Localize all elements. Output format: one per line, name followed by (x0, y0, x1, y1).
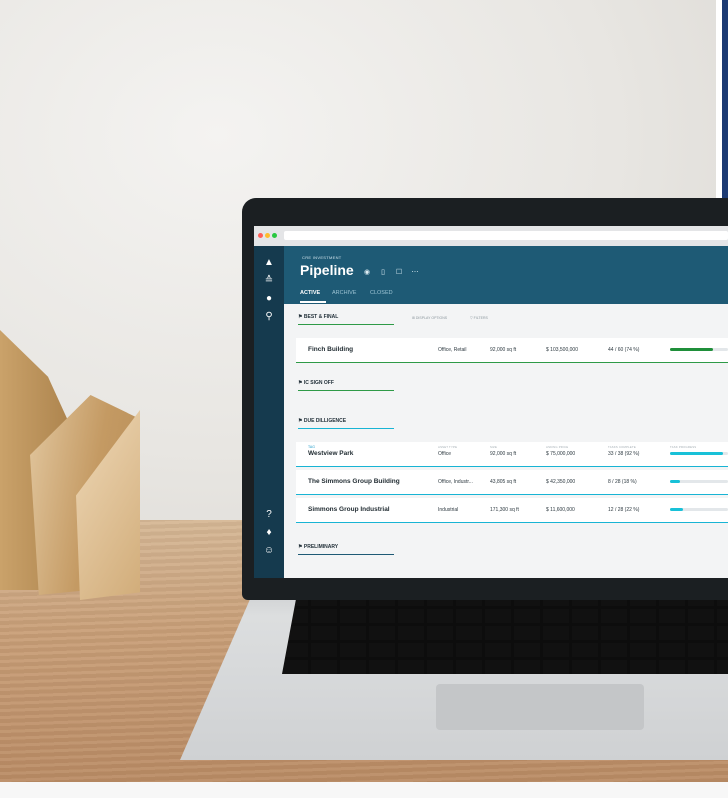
help-icon[interactable]: ? (262, 508, 276, 522)
section-best-final[interactable]: ⚑ BEST & FINAL (298, 314, 338, 320)
table-row[interactable]: The Simmons Group Building Office, Indus… (296, 470, 728, 495)
tab-closed[interactable]: CLOSED (370, 290, 393, 296)
row-tag: TAG (308, 445, 315, 449)
section-label: PRELIMINARY (303, 544, 339, 550)
section-ic-sign-off[interactable]: ⚑ IC SIGN OFF (298, 380, 334, 386)
section-label: DUE DILLIGENCE (303, 418, 347, 424)
section-label: BEST & FINAL (303, 314, 339, 320)
property-name: Finch Building (308, 346, 354, 353)
page-header: CRE INVESTMENT Pipeline ◉ ▯ ☐ ⋯ ACTIVE A… (284, 246, 728, 304)
asset-type: Office, Retail (438, 347, 467, 353)
asking-price: $ 11,600,000 (546, 507, 575, 513)
table-row[interactable]: TAG Westview Park ASSET TYPE SIZE ASKING… (296, 442, 728, 467)
user-icon[interactable]: ☺ (262, 544, 276, 558)
side-rail: ▲ ≙ ● ⚲ ? ♦ ☺ (254, 246, 284, 578)
tasks-complete: 12 / 28 (22 %) (608, 507, 640, 513)
tasks-complete: 33 / 38 (92 %) (608, 451, 640, 457)
logo-icon[interactable]: ▲ (262, 256, 276, 270)
asking-price: $ 103,500,000 (546, 347, 578, 353)
task-progress-fill (670, 452, 724, 455)
property-name: The Simmons Group Building (308, 478, 400, 485)
property-name: Simmons Group Industrial (308, 506, 390, 513)
property-name: Westview Park (308, 450, 354, 457)
section-underline (298, 390, 394, 391)
display-options-button[interactable]: ⊞ DISPLAY OPTIONS (412, 316, 447, 320)
size: 171,300 sq ft (490, 507, 519, 513)
table-row[interactable]: Finch Building Office, Retail 92,000 sq … (296, 338, 728, 363)
asset-type: Office (438, 451, 451, 457)
tab-archive[interactable]: ARCHIVE (332, 290, 356, 296)
section-preliminary[interactable]: ⚑ PRELIMINARY (298, 544, 338, 550)
section-due-diligence[interactable]: ⚑ DUE DILLIGENCE (298, 418, 346, 424)
maximize-dot[interactable] (272, 233, 277, 238)
settings-icon[interactable]: ● (262, 292, 276, 306)
search-icon[interactable]: ⚲ (262, 310, 276, 324)
size: 43,805 sq ft (490, 479, 517, 485)
address-bar[interactable] (284, 231, 728, 240)
view-icon[interactable]: ◉ (362, 268, 372, 278)
task-progress-bar (670, 508, 728, 511)
section-underline (298, 554, 394, 555)
task-progress-bar (670, 480, 728, 483)
task-progress-bar (670, 452, 728, 455)
page-overline: CRE INVESTMENT (302, 255, 342, 260)
laptop-keyboard (282, 600, 728, 674)
section-underline (298, 324, 394, 325)
asking-price: $ 75,000,000 (546, 451, 576, 457)
notifications-icon[interactable]: ♦ (262, 526, 276, 540)
laptop-trackpad (436, 684, 644, 730)
more-icon[interactable]: ⋯ (410, 268, 420, 278)
close-dot[interactable] (258, 233, 263, 238)
pipeline-content: ⚑ BEST & FINAL ⊞ DISPLAY OPTIONS ▽ FILTE… (284, 304, 728, 578)
tab-active[interactable]: ACTIVE (300, 290, 320, 296)
layers-icon[interactable]: ≙ (262, 274, 276, 288)
asset-type: Office, Industr... (438, 479, 473, 485)
tasks-complete: 44 / 60 (74 %) (608, 347, 640, 353)
map-icon[interactable]: ▯ (378, 268, 388, 278)
section-label: IC SIGN OFF (303, 380, 334, 386)
filters-label: FILTERS (473, 316, 488, 320)
size: 92,000 sq ft (490, 451, 517, 457)
column-header-asset-type: ASSET TYPE (438, 445, 458, 449)
task-progress-bar (670, 348, 728, 351)
asking-price: $ 42,350,000 (546, 479, 576, 485)
laptop-screen: ▲ ≙ ● ⚲ ? ♦ ☺ CRE INVESTMENT Pipeline ◉ … (254, 226, 728, 578)
column-header-task-progress: TASK PROGRESS (670, 445, 697, 449)
size: 92,000 sq ft (490, 347, 517, 353)
display-options-label: DISPLAY OPTIONS (415, 316, 448, 320)
column-header-size: SIZE (490, 445, 498, 449)
minimize-dot[interactable] (265, 233, 270, 238)
edit-icon[interactable]: ☐ (394, 268, 404, 278)
tasks-complete: 8 / 28 (18 %) (608, 479, 637, 485)
bottom-strip (0, 782, 728, 798)
browser-bar (254, 226, 728, 246)
filters-button[interactable]: ▽ FILTERS (470, 316, 488, 320)
active-tab-indicator (300, 301, 326, 303)
table-row[interactable]: Simmons Group Industrial Industrial 171,… (296, 498, 728, 523)
task-progress-fill (670, 348, 713, 351)
column-header-tasks-complete: TASKS COMPLETE (608, 445, 636, 449)
asset-type: Industrial (438, 507, 459, 513)
section-underline (298, 428, 394, 429)
task-progress-fill (670, 508, 683, 511)
page-title: Pipeline (300, 262, 354, 278)
task-progress-fill (670, 480, 681, 483)
column-header-asking-price: ASKING PRICE (546, 445, 569, 449)
